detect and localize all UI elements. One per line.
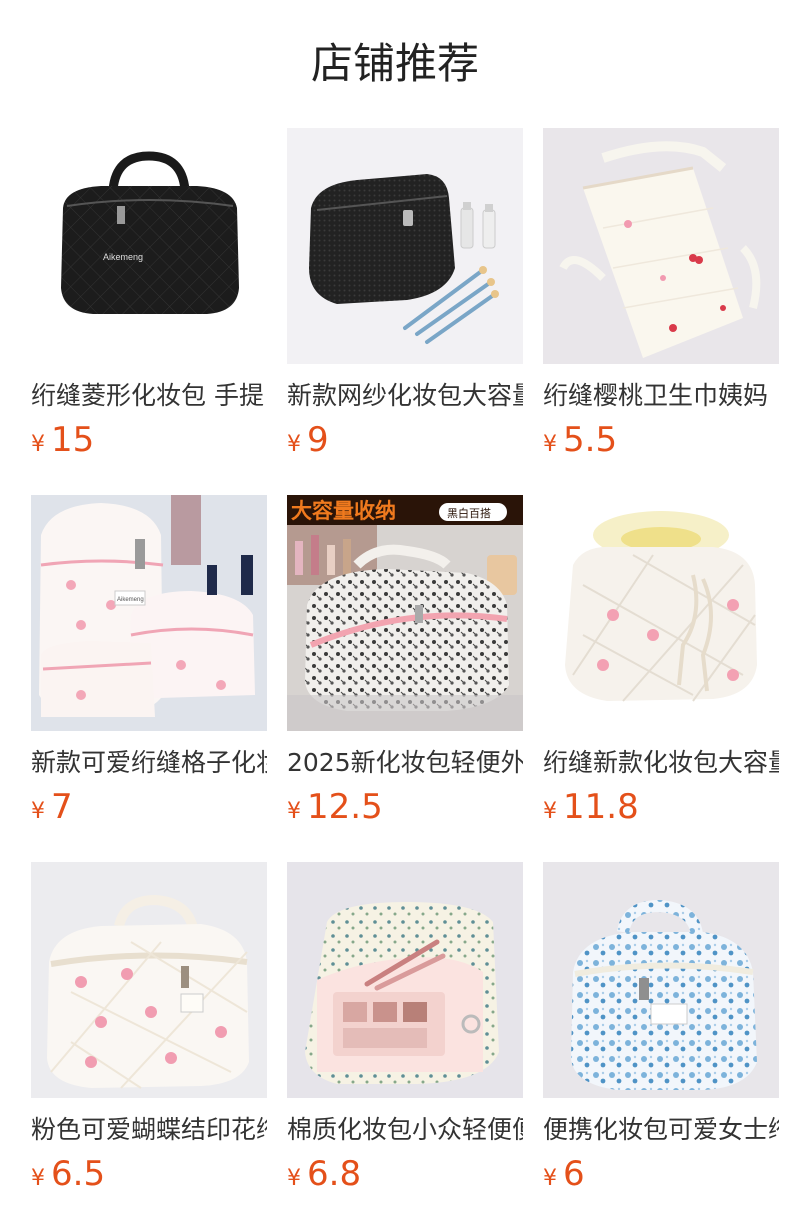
- price-amount: 6.8: [307, 1154, 362, 1194]
- product-price: ¥6.8: [287, 1154, 523, 1194]
- currency-symbol: ¥: [287, 1166, 301, 1191]
- price-amount: 12.5: [307, 787, 383, 827]
- price-amount: 5.5: [563, 420, 618, 460]
- currency-symbol: ¥: [543, 1166, 557, 1191]
- drawstring-bag-image: [543, 495, 779, 731]
- product-card[interactable]: 粉色可爱蝴蝶结印花绗 ¥6.5: [31, 862, 267, 1229]
- product-grid: Aikemeng 绗缝菱形化妆包 手提 ¥15 新款网纱化妆包大容量 ¥ 9 绗…: [31, 128, 779, 1229]
- product-card[interactable]: 大容量收纳 黑白百搭 2025新化妆包轻便外 ¥ 12.5: [287, 495, 523, 862]
- currency-symbol: ¥: [543, 799, 557, 824]
- currency-symbol: ¥: [31, 432, 45, 457]
- currency-symbol: ¥: [31, 799, 45, 824]
- product-price: ¥6.5: [31, 1154, 267, 1194]
- product-card[interactable]: 便携化妆包可爱女士绗 ¥6: [543, 862, 779, 1229]
- blue-floral-bag-image: [543, 862, 779, 1098]
- product-image[interactable]: [543, 862, 779, 1098]
- price-amount: 11.8: [563, 787, 639, 827]
- product-price: ¥6: [543, 1154, 779, 1194]
- product-name[interactable]: 新款可爱绗缝格子化妆: [31, 747, 267, 779]
- black-white-floral-bag-image: 大容量收纳 黑白百搭: [287, 495, 523, 731]
- image-banner-text: 大容量收纳: [291, 499, 396, 523]
- product-image[interactable]: [543, 495, 779, 731]
- product-image[interactable]: [543, 128, 779, 364]
- product-price: ¥7: [31, 787, 267, 827]
- product-price: ¥11.8: [543, 787, 779, 827]
- product-card[interactable]: 棉质化妆包小众轻便便 ¥6.8: [287, 862, 523, 1229]
- price-amount: 15: [51, 420, 95, 460]
- pink-bow-set-image: Aikemeng: [31, 495, 267, 731]
- price-amount: 9: [307, 420, 329, 460]
- product-image[interactable]: 大容量收纳 黑白百搭: [287, 495, 523, 731]
- green-floral-open-bag-image: [287, 862, 523, 1098]
- mesh-bag-image: [287, 128, 523, 364]
- bag-brand-text: Aikemeng: [103, 252, 143, 262]
- product-name[interactable]: 粉色可爱蝴蝶结印花绗: [31, 1114, 267, 1146]
- product-image[interactable]: Aikemeng: [31, 128, 267, 364]
- price-amount: 6: [563, 1154, 585, 1194]
- product-price: ¥5.5: [543, 420, 779, 460]
- product-image[interactable]: Aikemeng: [31, 495, 267, 731]
- product-name[interactable]: 2025新化妆包轻便外: [287, 747, 523, 779]
- product-image[interactable]: [287, 862, 523, 1098]
- product-card[interactable]: Aikemeng 绗缝菱形化妆包 手提 ¥15: [31, 128, 267, 495]
- product-card[interactable]: Aikemeng 新款可爱绗缝格子化妆 ¥7: [31, 495, 267, 862]
- image-badge-text: 黑白百搭: [447, 506, 491, 520]
- product-name[interactable]: 棉质化妆包小众轻便便: [287, 1114, 523, 1146]
- product-price: ¥15: [31, 420, 267, 460]
- product-name[interactable]: 绗缝菱形化妆包 手提: [31, 380, 267, 412]
- product-card[interactable]: 绗缝新款化妆包大容量 ¥11.8: [543, 495, 779, 862]
- cherry-pouch-image: [543, 128, 779, 364]
- product-name[interactable]: 新款网纱化妆包大容量: [287, 380, 523, 412]
- product-price: ¥9: [287, 420, 523, 460]
- product-card[interactable]: 绗缝樱桃卫生巾姨妈 ¥5.5: [543, 128, 779, 495]
- currency-symbol: ¥: [287, 799, 301, 824]
- currency-symbol: ¥: [287, 432, 301, 457]
- bag-brand-text: Aikemeng: [117, 597, 144, 603]
- page-title: 店铺推荐: [310, 39, 479, 88]
- product-card[interactable]: 新款网纱化妆包大容量 ¥9: [287, 128, 523, 495]
- product-name[interactable]: 绗缝樱桃卫生巾姨妈: [543, 380, 779, 412]
- black-quilted-bag-image: Aikemeng: [31, 128, 267, 364]
- product-name[interactable]: 绗缝新款化妆包大容量: [543, 747, 779, 779]
- product-price: ¥12.5: [287, 787, 523, 827]
- product-image[interactable]: [287, 128, 523, 364]
- price-amount: 6.5: [51, 1154, 106, 1194]
- pink-bow-bag-image: [31, 862, 267, 1098]
- price-amount: 7: [51, 787, 73, 827]
- currency-symbol: ¥: [543, 432, 557, 457]
- product-image[interactable]: [31, 862, 267, 1098]
- currency-symbol: ¥: [31, 1166, 45, 1191]
- product-name[interactable]: 便携化妆包可爱女士绗: [543, 1114, 779, 1146]
- store-recommendations-page: 店铺推荐 Aikemeng 绗缝菱形化妆包 手提 ¥ 15 新款网纱化妆包大容量…: [0, 0, 790, 1230]
